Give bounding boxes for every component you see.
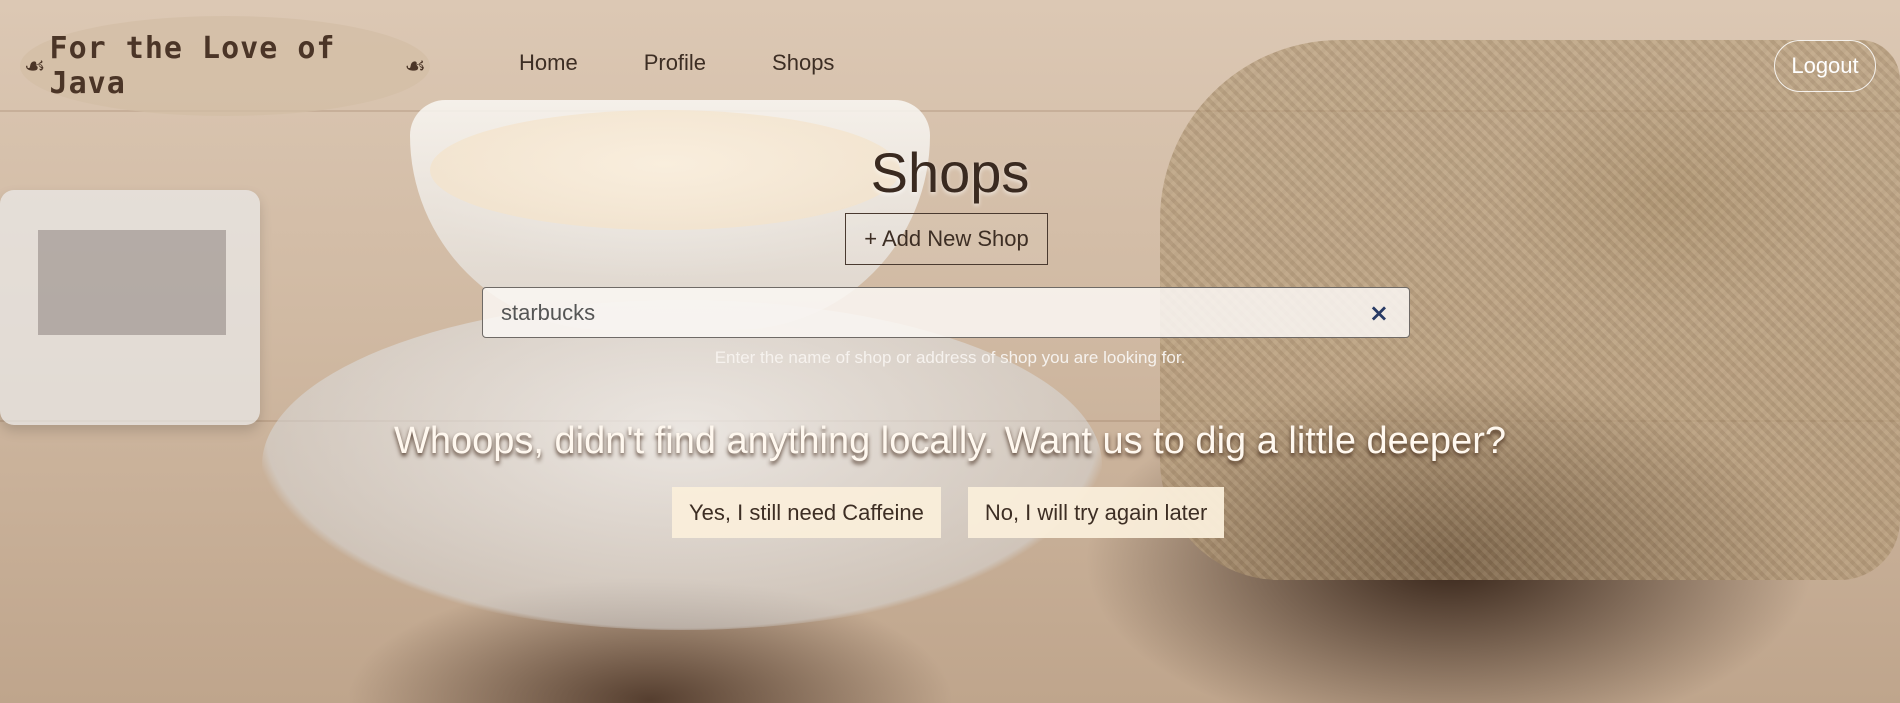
coffee-bean-icon: ☙ bbox=[24, 52, 46, 80]
logo-text: For the Love of Java bbox=[49, 31, 336, 101]
logout-button[interactable]: Logout bbox=[1774, 40, 1876, 92]
clear-search-icon[interactable]: × bbox=[1369, 299, 1389, 327]
add-new-shop-button[interactable]: + Add New Shop bbox=[845, 213, 1048, 265]
no-results-message: Whoops, didn't find anything locally. Wa… bbox=[393, 420, 1506, 462]
search-deeper-button[interactable]: Yes, I still need Caffeine bbox=[672, 487, 941, 538]
site-logo[interactable]: ☙ For the Love of Java ☙ bbox=[20, 16, 430, 116]
nav-shops-link[interactable]: Shops bbox=[772, 50, 834, 76]
nav-profile-link[interactable]: Profile bbox=[644, 50, 706, 76]
page-title: Shops bbox=[870, 141, 1030, 204]
phone-screen-image bbox=[38, 230, 226, 335]
nav-home-link[interactable]: Home bbox=[519, 50, 578, 76]
main-nav: Home Profile Shops bbox=[519, 50, 900, 76]
coffee-bean-icon: ☙ bbox=[404, 52, 426, 80]
shop-search-input[interactable] bbox=[483, 288, 1379, 337]
dig-deeper-actions: Yes, I still need Caffeine No, I will tr… bbox=[672, 487, 1225, 538]
search-help-text: Enter the name of shop or address of sho… bbox=[714, 348, 1186, 367]
shop-search-box: × bbox=[482, 287, 1410, 338]
try-later-button[interactable]: No, I will try again later bbox=[967, 487, 1225, 538]
